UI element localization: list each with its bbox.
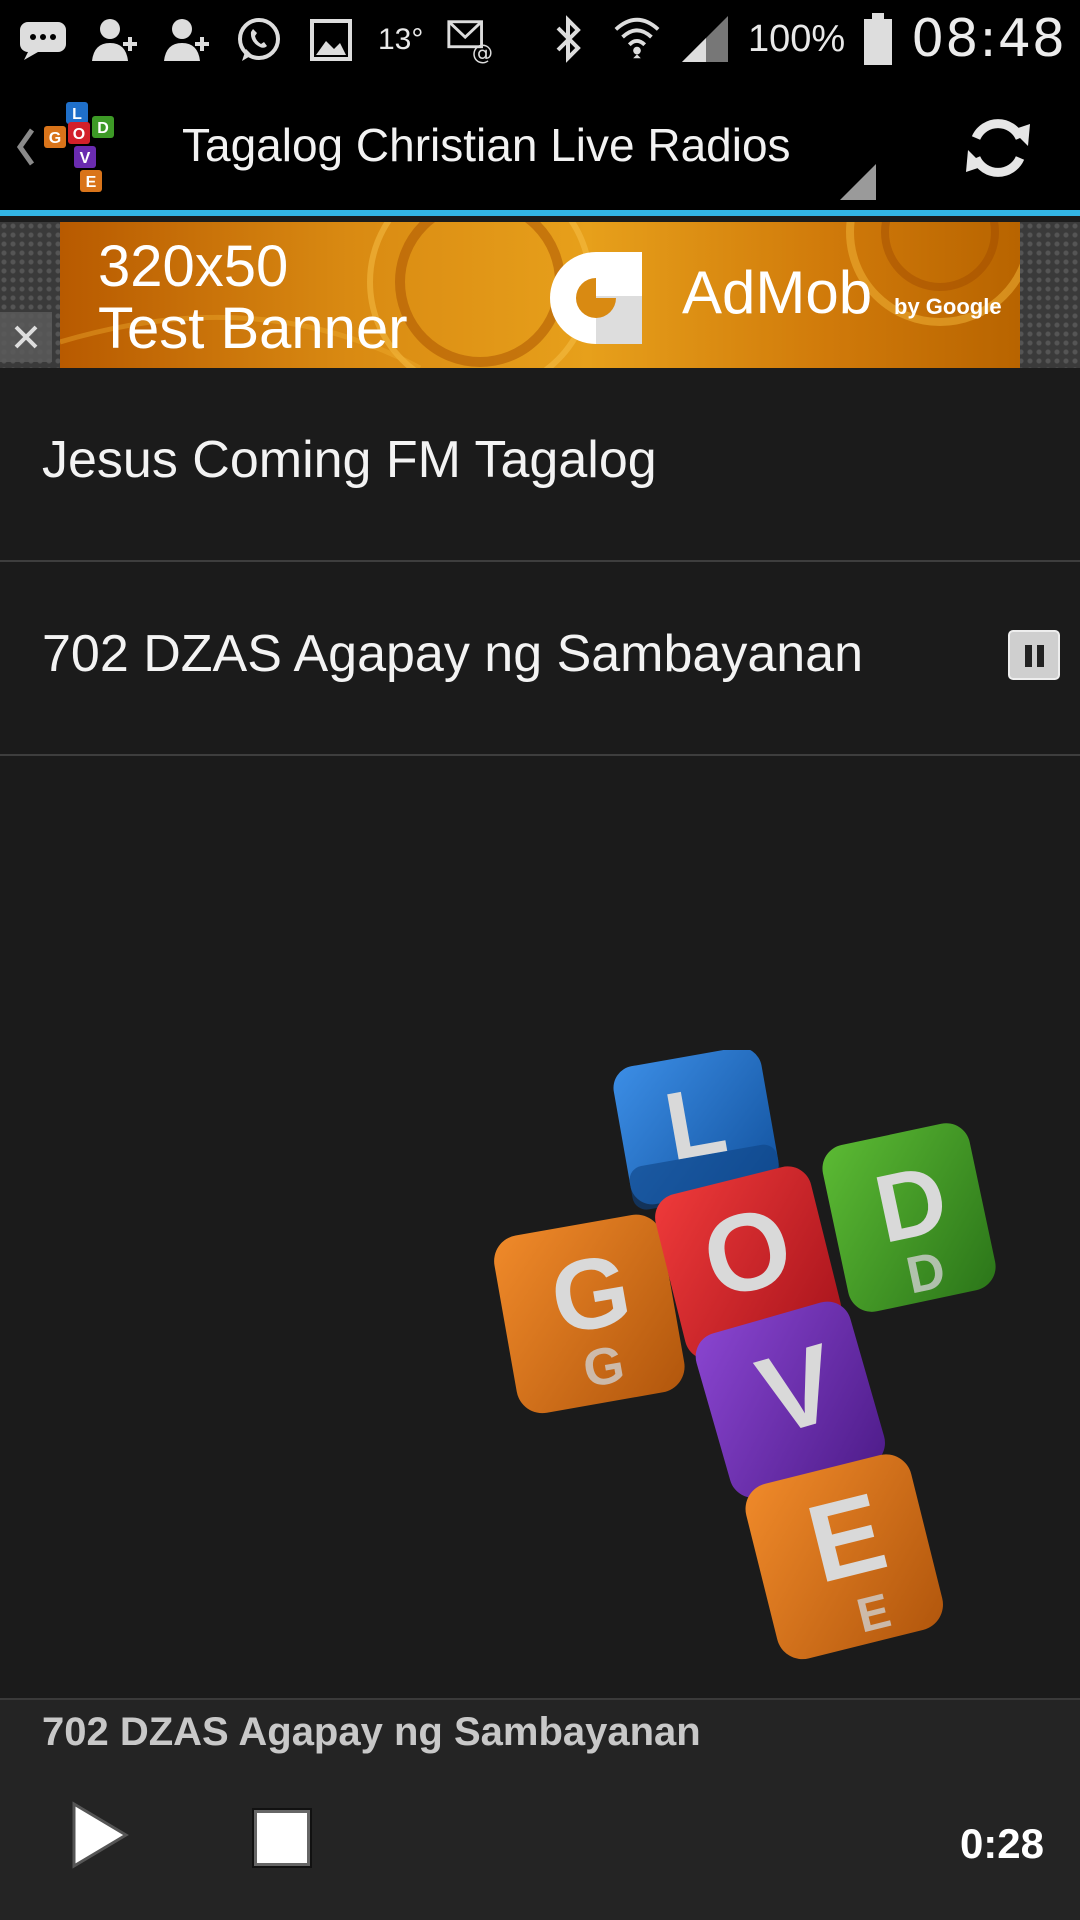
spinner-dropdown-icon[interactable] (840, 164, 876, 200)
station-list: Jesus Coming FM Tagalog 702 DZAS Agapay … (0, 368, 1080, 756)
message-icon (18, 15, 68, 65)
station-name: 702 DZAS Agapay ng Sambayanan (42, 625, 864, 683)
player-bar: 702 DZAS Agapay ng Sambayanan 0:28 (0, 1698, 1080, 1920)
clock: 08:48 (911, 9, 1066, 69)
ad-creative[interactable]: 320x50 Test Banner AdMob by Google (60, 222, 1020, 368)
up-caret-icon[interactable] (10, 122, 40, 172)
svg-text:O: O (73, 126, 85, 143)
svg-text:D: D (97, 120, 109, 137)
add-contact-icon (162, 15, 212, 65)
svg-text:@: @ (472, 40, 493, 65)
station-name: Jesus Coming FM Tagalog (42, 431, 657, 489)
station-group-spinner-title[interactable]: Tagalog Christian Live Radios (182, 118, 791, 172)
love-god-cubes-artwork: L D D G G O V E E (494, 1050, 996, 1660)
svg-text:L: L (72, 106, 82, 123)
elapsed-time: 0:28 (959, 1820, 1044, 1867)
system-icons: 100% 08:48 (544, 0, 1066, 78)
ad-line-2: Test Banner (98, 296, 408, 361)
close-icon (14, 325, 38, 349)
refresh-icon[interactable] (958, 108, 1038, 188)
gallery-icon (306, 15, 356, 65)
battery-icon (863, 13, 893, 65)
svg-text:E: E (86, 174, 97, 191)
notification-icons: 13° @ (18, 12, 495, 68)
ad-line-1: 320x50 (98, 234, 289, 299)
wifi-icon (612, 14, 662, 64)
pause-icon[interactable] (1008, 630, 1060, 680)
svg-text:G: G (49, 130, 61, 147)
ad-close-button[interactable] (0, 312, 52, 362)
signal-icon (680, 14, 730, 64)
ad-headline: 320x50 Test Banner (98, 236, 408, 360)
action-bar: L G O D V E Tagalog Christian Live Radio… (0, 78, 1080, 216)
battery-percent: 100% (747, 17, 846, 60)
email-error-icon: @ (445, 15, 495, 65)
stop-button[interactable] (254, 1810, 310, 1866)
status-bar: 13° @ 100% 08:48 (0, 0, 1080, 78)
station-row[interactable]: 702 DZAS Agapay ng Sambayanan (0, 562, 1080, 756)
svg-text:V: V (80, 150, 91, 167)
ad-by-google: by Google (894, 294, 1002, 319)
whatsapp-icon (234, 15, 284, 65)
temperature: 13° (378, 23, 424, 56)
play-button[interactable] (70, 1800, 130, 1870)
station-row[interactable]: Jesus Coming FM Tagalog (0, 368, 1080, 562)
ad-brand: AdMob (682, 259, 873, 326)
now-playing-title: 702 DZAS Agapay ng Sambayanan (42, 1710, 701, 1754)
app-logo[interactable]: L G O D V E (44, 100, 130, 194)
bluetooth-icon (544, 14, 594, 64)
ad-banner[interactable]: 320x50 Test Banner AdMob by Google (0, 222, 1080, 368)
admob-logo-icon (550, 252, 642, 344)
add-contact-icon (90, 15, 140, 65)
